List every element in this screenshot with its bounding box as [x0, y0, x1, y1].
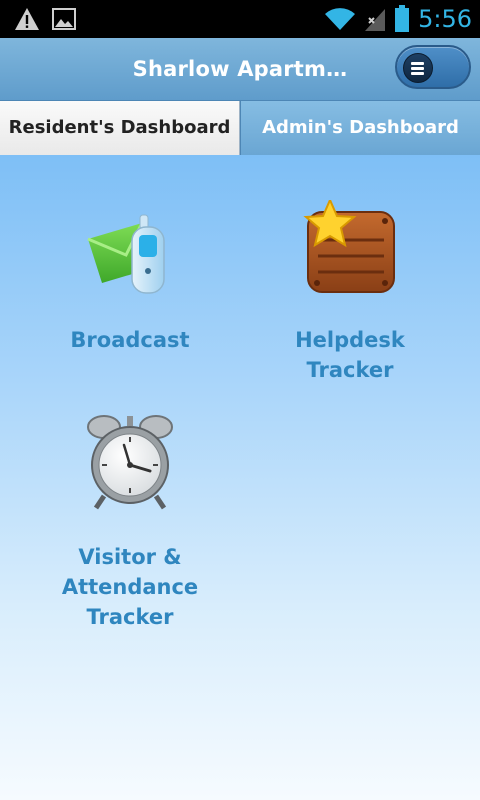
helpdesk-tracker-tile[interactable]: Helpdesk Tracker: [230, 195, 470, 395]
battery-icon: [395, 5, 410, 32]
broadcast-icon: [87, 214, 165, 294]
alarm-clock-icon: [87, 415, 173, 510]
visitor-attendance-tracker-label: Visitor & Attendance Tracker: [61, 545, 199, 629]
system-icons: 5:56: [324, 4, 472, 34]
broadcast-tile[interactable]: Broadcast: [10, 195, 250, 375]
menu-button[interactable]: [395, 45, 471, 89]
image-icon: [52, 8, 76, 30]
tab-admins-dashboard[interactable]: Admin's Dashboard: [240, 101, 480, 155]
tab-residents-dashboard[interactable]: Resident's Dashboard: [0, 101, 240, 155]
clock-time: 5:56: [418, 5, 472, 33]
status-bar: 5:56: [0, 0, 480, 38]
signal-icon: [365, 9, 386, 31]
menu-icon: [403, 53, 433, 83]
warning-icon: [15, 8, 39, 30]
visitor-attendance-tracker-tile[interactable]: Visitor & Attendance Tracker: [10, 410, 250, 640]
action-bar: Sharlow Apartm…: [0, 38, 480, 101]
dashboard-tabs: Resident's Dashboard Admin's Dashboard: [0, 101, 480, 155]
dashboard-grid: Broadcast Helpdesk Tracker Visitor & Att…: [0, 155, 480, 800]
wifi-icon: [325, 8, 356, 31]
helpdesk-tracker-label: Helpdesk Tracker: [295, 328, 405, 382]
helpdesk-icon: [303, 200, 395, 293]
broadcast-label: Broadcast: [70, 328, 190, 352]
notification-area: [14, 7, 76, 31]
